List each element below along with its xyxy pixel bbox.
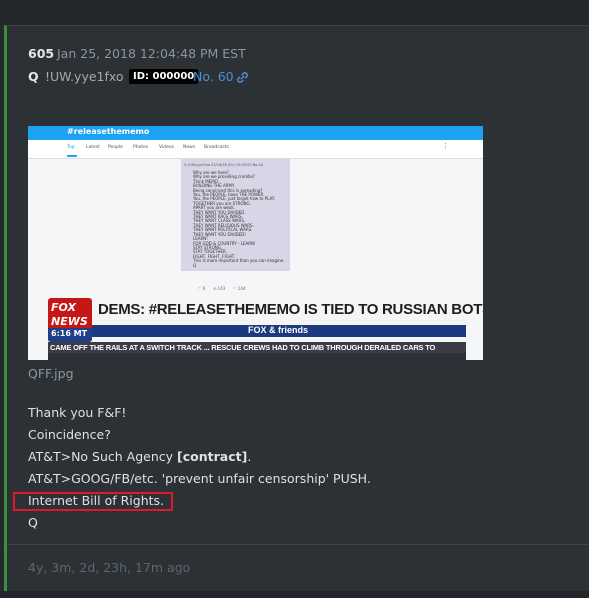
news-ticker-text: CAME OFF THE RAILS AT A SWITCH TRACK ...… <box>50 343 436 352</box>
fox-news-chyron: FOX NEWS 6:16 MT DEMS: #RELEASETHEMEMO I… <box>48 298 483 360</box>
fox-logo-text-news: NEWS <box>51 315 88 328</box>
message-text: AT&T>No Such Agency <box>28 449 178 464</box>
embedded-post-screenshot: Q !UW.yye1fxo 01/18/18 (Fri) 15:03:02 No… <box>181 159 290 271</box>
twitter-tab-top: Top <box>67 145 75 150</box>
embedded-post-text: Why are we here? Why are we providing cr… <box>193 170 285 268</box>
top-strip <box>0 0 589 25</box>
message-line: AT&T>No Such Agency [contract]. <box>28 449 251 464</box>
post-image[interactable]: #releasethememo Top Latest People Photos… <box>28 126 483 360</box>
poster-id-badge: ID: 000000 <box>129 69 199 84</box>
twitter-header-bar: #releasethememo <box>28 126 483 140</box>
post-container: 605 Jan 25, 2018 12:04:48 PM EST Q !UW.y… <box>4 25 589 591</box>
more-options-icon: ⋮ <box>442 142 449 150</box>
message-signature: Q <box>28 515 38 530</box>
poster-name: Q <box>28 69 39 84</box>
message-line: Coincidence? <box>28 427 111 442</box>
message-text: . <box>247 449 252 464</box>
bottom-strip <box>0 591 589 598</box>
headline-text: DEMS: #RELEASETHEMEMO IS TIED TO RUSSIAN… <box>98 301 483 318</box>
twitter-tab-latest: Latest <box>86 145 100 150</box>
twitter-tabs: Top Latest People Photos Videos News Bro… <box>28 140 483 159</box>
headline-band: DEMS: #RELEASETHEMEMO IS TIED TO RUSSIAN… <box>92 298 483 325</box>
embedded-post-header: Q !UW.yye1fxo 01/18/18 (Fri) 15:03:02 No… <box>184 163 263 167</box>
post-footer-divider <box>7 544 589 545</box>
twitter-tab-videos: Videos <box>159 145 174 150</box>
image-filename[interactable]: QFF.jpg <box>28 366 74 381</box>
fox-news-logo: FOX NEWS 6:16 MT <box>48 298 92 342</box>
post-number-link[interactable]: No. 60 <box>193 69 234 84</box>
post-date: Jan 25, 2018 12:04:48 PM EST <box>57 46 246 61</box>
news-ticker: CAME OFF THE RAILS AT A SWITCH TRACK ...… <box>48 342 466 353</box>
link-icon[interactable] <box>236 71 249 84</box>
twitter-tab-broadcasts: Broadcasts <box>204 145 229 150</box>
fox-logo-time-band: 6:16 MT <box>48 328 92 342</box>
show-name: FOX & friends <box>248 325 309 335</box>
message-bold-text: [contract] <box>177 449 248 464</box>
fox-time: 6:16 MT <box>51 329 88 338</box>
red-highlight-box <box>13 492 173 511</box>
twitter-tab-people: People <box>108 145 123 150</box>
show-name-band: FOX & friends <box>92 325 466 337</box>
fox-logo-text-fox: FOX <box>51 301 76 314</box>
time-ago: 4y, 3m, 2d, 23h, 17m ago <box>28 560 191 575</box>
twitter-tab-news: News <box>183 145 196 150</box>
tweet-actions: ♡ 6 ⟲ 143 ♡ 144 <box>198 286 246 291</box>
twitter-tab-photos: Photos <box>133 145 149 150</box>
hashtag-title: #releasethememo <box>67 127 150 136</box>
active-tab-indicator <box>67 155 77 157</box>
message-line: AT&T>GOOG/FB/etc. 'prevent unfair censor… <box>28 471 371 486</box>
poster-tripcode: !UW.yye1fxo <box>45 69 124 84</box>
message-line: Thank you F&F! <box>28 405 127 420</box>
post-number[interactable]: 605 <box>28 46 54 61</box>
chyron-bottom-bar <box>48 353 466 360</box>
